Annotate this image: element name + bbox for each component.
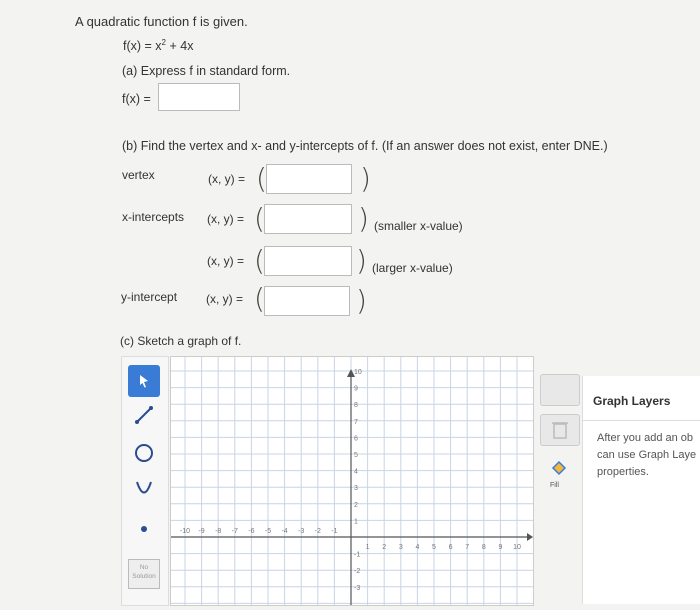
x-intercept-1-close-paren: ) — [358, 202, 369, 235]
y-tick-label: 3 — [354, 485, 358, 492]
x-tick-label: 3 — [399, 544, 403, 551]
graph-canvas[interactable]: -10 -9 -8 -7 -6 -5 -4 -3 -2 -1 1 2 3 4 5 6 7 8 9 10 10 9 8 7 6 5 4… — [170, 356, 534, 606]
pointer-tool[interactable] — [128, 365, 160, 397]
x-tick-label: -9 — [198, 528, 204, 535]
x-tick-label: -4 — [281, 528, 287, 535]
y-intercept-input[interactable] — [264, 286, 350, 316]
pointer-icon — [140, 375, 148, 388]
x-tick-label: 1 — [366, 544, 370, 551]
no-solution-button[interactable]: No Solution — [128, 559, 160, 589]
x-tick-label: 7 — [465, 544, 469, 551]
function-definition: f(x) = x2 + 4x — [123, 38, 193, 53]
x-tick-label: 9 — [498, 544, 502, 551]
x-intercept-2-xy-label: (x, y) = — [207, 254, 245, 268]
y-tick-label: 5 — [354, 452, 358, 459]
graph-layers-panel: Graph Layers After you add an ob can use… — [582, 376, 700, 604]
x-tick-label: 5 — [432, 544, 436, 551]
problem-intro: A quadratic function f is given. — [75, 14, 248, 29]
parabola-icon — [136, 481, 152, 494]
delete-button[interactable] — [540, 374, 580, 406]
larger-x-hint: (larger x-value) — [372, 261, 453, 275]
x-axis-arrow — [527, 533, 533, 541]
graph-layers-divider — [583, 420, 700, 421]
x-tick-label: -7 — [232, 528, 238, 535]
y-tick-label: 4 — [354, 469, 358, 476]
coordinate-grid[interactable]: -10 -9 -8 -7 -6 -5 -4 -3 -2 -1 1 2 3 4 5 6 7 8 9 10 10 9 8 7 6 5 4… — [171, 357, 533, 605]
part-a-label: f(x) = — [122, 92, 151, 106]
y-tick-label: 2 — [354, 502, 358, 509]
fill-icon[interactable] — [548, 460, 570, 478]
line-icon — [135, 406, 153, 424]
y-tick-label: 8 — [354, 402, 358, 409]
x-intercept-2-close-paren: ) — [356, 244, 367, 277]
x-intercept-1-xy-label: (x, y) = — [207, 212, 245, 226]
x-tick-label: -1 — [331, 528, 337, 535]
vertex-input[interactable] — [266, 164, 352, 194]
function-rest: + 4x — [166, 39, 194, 54]
y-tick-label: 7 — [354, 419, 358, 426]
y-tick-label: 9 — [354, 386, 358, 393]
circle-tool[interactable] — [128, 437, 160, 469]
graph-side-buttons: Fill — [538, 374, 580, 604]
y-tick-label: 10 — [354, 369, 362, 376]
y-intercept-close-paren: ) — [356, 284, 367, 317]
y-intercept-xy-label: (x, y) = — [206, 292, 244, 306]
point-tool[interactable] — [128, 513, 160, 545]
smaller-x-hint: (smaller x-value) — [374, 219, 463, 233]
circle-icon — [135, 444, 153, 462]
part-c-prompt: (c) Sketch a graph of f. — [120, 334, 242, 348]
y-tick-label: 1 — [354, 518, 358, 525]
trash-icon — [552, 422, 568, 439]
standard-form-input[interactable] — [158, 83, 240, 111]
x-tick-label: 2 — [382, 544, 386, 551]
trash-button[interactable] — [540, 414, 580, 446]
x-tick-label: -10 — [180, 528, 190, 535]
graph-layers-help-line-3: properties. — [597, 466, 649, 478]
graph-layers-title: Graph Layers — [593, 394, 671, 408]
line-tool[interactable] — [128, 399, 160, 431]
fill-label: Fill — [550, 482, 559, 489]
x-tick-label: 8 — [482, 544, 486, 551]
graph-layers-help: After you add an ob can use Graph Laye p… — [597, 430, 696, 481]
x-tick-label: 4 — [415, 544, 419, 551]
vertex-xy-label: (x, y) = — [208, 172, 246, 186]
x-tick-label: -6 — [248, 528, 254, 535]
x-tick-label: -8 — [215, 528, 221, 535]
y-tick-label: -2 — [354, 568, 360, 575]
x-tick-label: 10 — [513, 544, 521, 551]
graph-toolbar: No Solution — [121, 356, 169, 606]
y-intercept-label: y-intercept — [121, 290, 178, 304]
x-intercept-larger-input[interactable] — [264, 246, 352, 276]
y-tick-label: -1 — [354, 552, 360, 559]
vertex-close-paren: ) — [360, 162, 371, 195]
parabola-tool[interactable] — [128, 473, 160, 505]
x-tick-label: -2 — [315, 528, 321, 535]
part-b-prompt: (b) Find the vertex and x- and y-interce… — [122, 139, 608, 153]
vertex-label: vertex — [122, 168, 155, 182]
x-tick-label: 6 — [449, 544, 453, 551]
x-tick-label: -3 — [298, 528, 304, 535]
y-tick-label: -3 — [354, 585, 360, 592]
graph-layers-help-line-1: After you add an ob — [597, 432, 694, 444]
x-tick-label: -5 — [265, 528, 271, 535]
function-base: f(x) = x — [123, 39, 162, 54]
x-intercepts-label: x-intercepts — [122, 210, 185, 224]
graph-layers-help-line-2: can use Graph Laye — [597, 449, 697, 461]
y-tick-label: 6 — [354, 435, 358, 442]
part-a-prompt: (a) Express f in standard form. — [122, 64, 291, 78]
point-icon — [141, 526, 147, 532]
x-intercept-smaller-input[interactable] — [264, 204, 352, 234]
